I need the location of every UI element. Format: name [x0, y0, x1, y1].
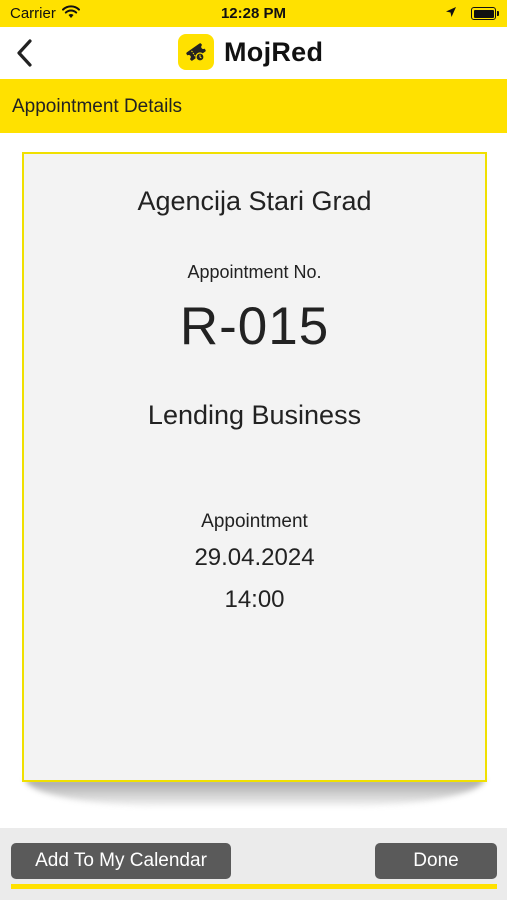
section-title: Appointment Details [12, 96, 183, 117]
card-shadow [25, 778, 485, 806]
bottom-accent-line [11, 884, 497, 889]
ticket-logo-icon [178, 34, 214, 70]
clock: 12:28 PM [220, 5, 287, 22]
app-title: MojRed [224, 36, 324, 67]
done-button[interactable]: Done [375, 843, 497, 879]
appointment-number: R-015 [179, 297, 330, 356]
battery-icon [471, 7, 499, 20]
add-to-calendar-button[interactable]: Add To My Calendar [11, 843, 231, 879]
appointment-time: 14:00 [224, 586, 285, 613]
location-arrow-icon [445, 5, 457, 22]
status-bar: Carrier 12:28 PM [0, 0, 507, 27]
appointment-label: Appointment [201, 511, 308, 532]
appointment-card: Agencija Stari Grad Appointment No. R-01… [22, 152, 487, 782]
chevron-left-icon [17, 39, 32, 67]
bottom-action-bar: Add To My Calendar Done [0, 828, 507, 900]
appointment-date: 29.04.2024 [194, 544, 315, 571]
office-name: Agencija Stari Grad [137, 186, 372, 216]
appointment-number-label: Appointment No. [187, 262, 322, 282]
brand: MojRed [178, 34, 323, 70]
back-button[interactable] [10, 33, 46, 73]
navigation-bar: MojRed [0, 27, 507, 79]
section-header: Appointment Details [0, 79, 507, 133]
service-name: Lending Business [147, 400, 362, 430]
